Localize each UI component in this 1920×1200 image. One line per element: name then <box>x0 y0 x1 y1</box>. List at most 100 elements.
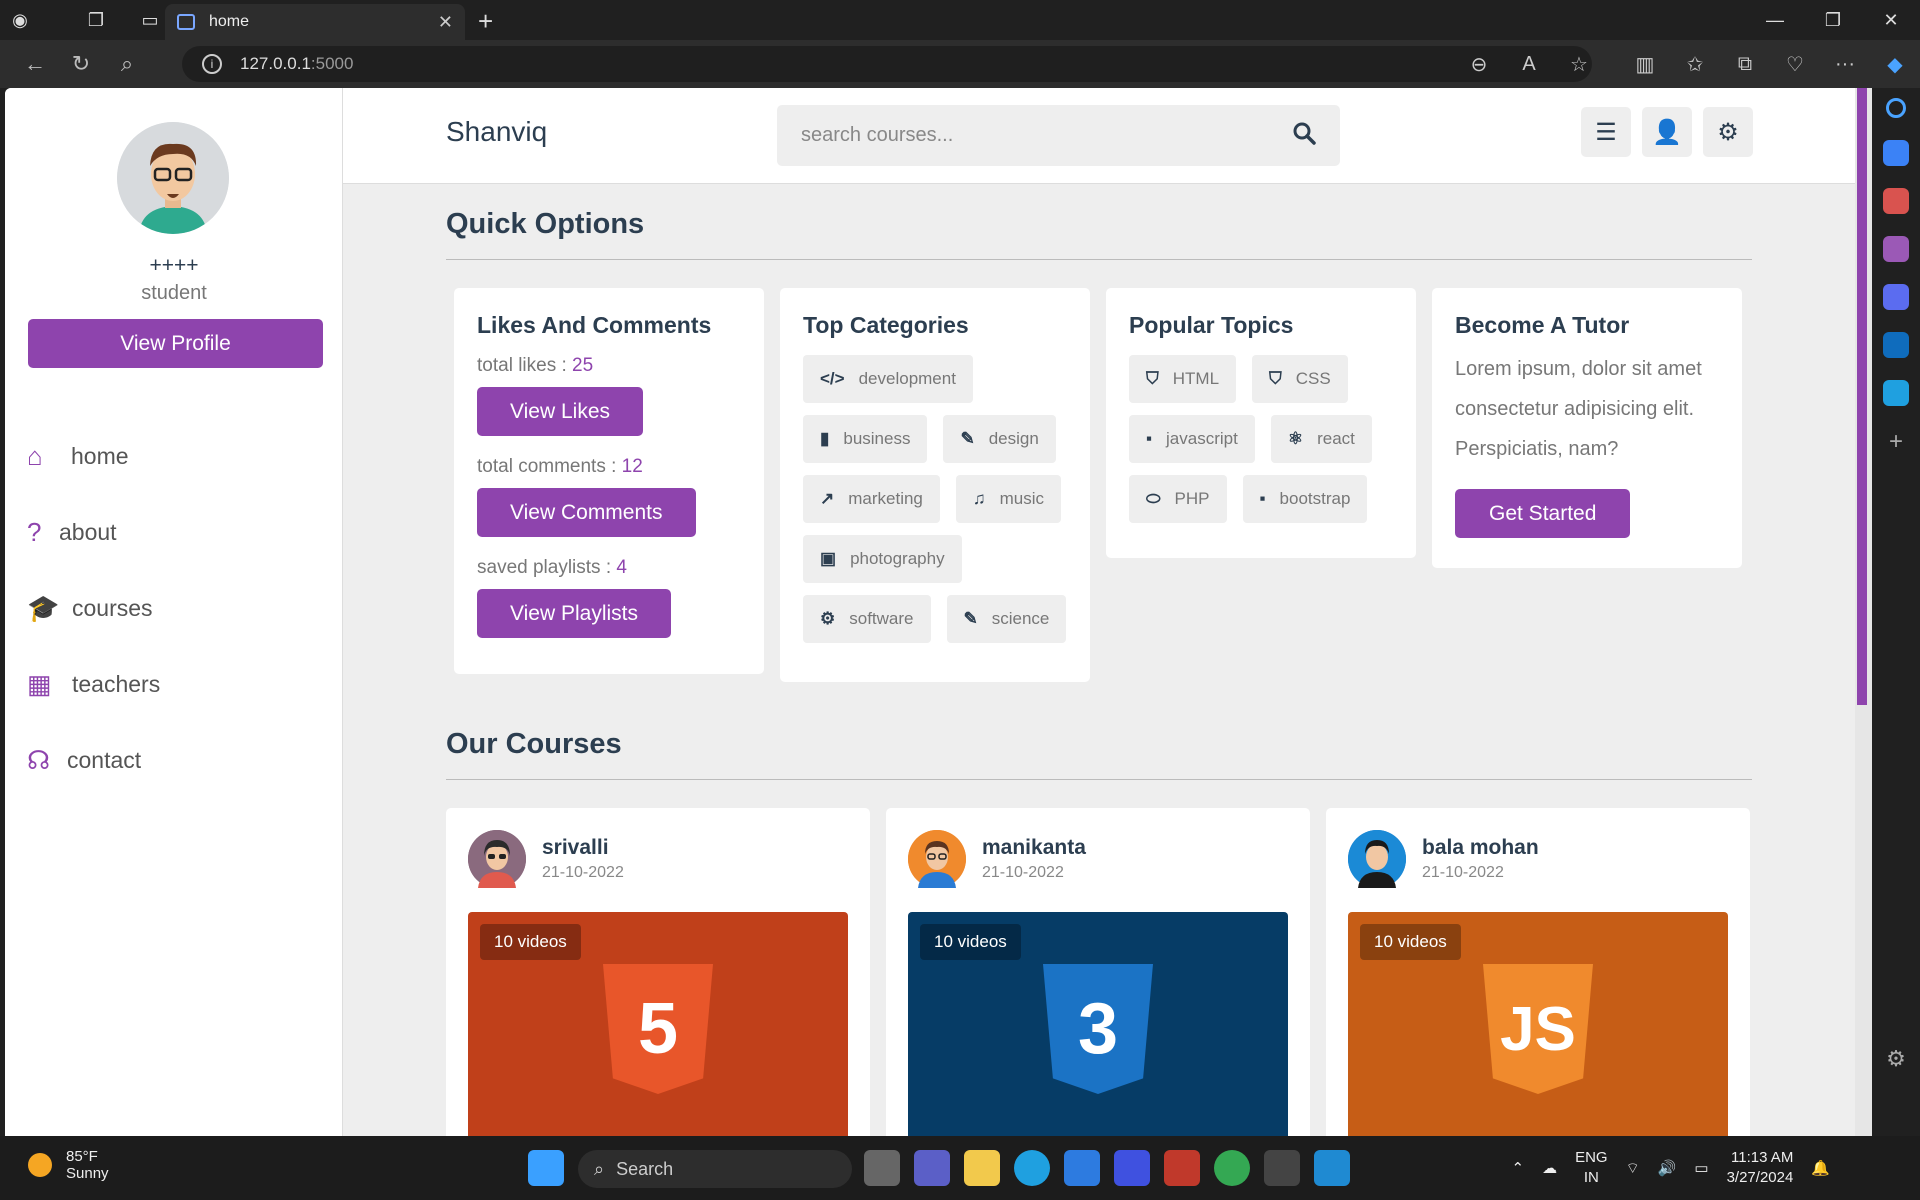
close-window-icon[interactable]: ✕ <box>1862 0 1920 40</box>
view-comments-button[interactable]: View Comments <box>477 488 696 537</box>
back-icon[interactable]: ← <box>12 51 58 77</box>
close-tab-icon[interactable]: ✕ <box>438 12 453 33</box>
likes-label: total likes : <box>477 355 573 376</box>
tag-software[interactable]: ⚙ software <box>803 595 931 643</box>
settings-icon[interactable]: ⚙ <box>1883 1046 1909 1072</box>
new-tab-icon[interactable]: + <box>478 6 493 37</box>
task-view-icon[interactable] <box>864 1150 900 1186</box>
volume-icon[interactable]: 🔊 <box>1658 1159 1677 1177</box>
sidebar-item-label: home <box>71 442 129 469</box>
sidebar-item-courses[interactable]: 🎓 courses <box>27 570 160 646</box>
more-menu-icon[interactable]: ··· <box>1820 53 1870 76</box>
tab-home[interactable]: home ✕ <box>165 4 465 40</box>
vscode-icon[interactable] <box>1314 1150 1350 1186</box>
sidebar-item-home[interactable]: ⌂ home <box>27 418 160 494</box>
tag-marketing[interactable]: ↗ marketing <box>803 475 940 523</box>
profile-icon[interactable]: ◉ <box>0 0 40 40</box>
user-icon[interactable]: 👤 <box>1642 107 1692 157</box>
favorite-star-icon[interactable]: ☆ <box>1554 52 1604 77</box>
tag-html[interactable]: ⛉ HTML <box>1129 355 1237 403</box>
course-card[interactable]: srivalli 21-10-2022 10 videos 5 <box>446 808 870 1136</box>
cloud-icon[interactable]: ☁ <box>1542 1159 1557 1177</box>
read-aloud-icon[interactable]: A <box>1504 53 1554 76</box>
wifi-icon[interactable]: ⌔ <box>1626 1159 1640 1178</box>
course-tutor: bala mohan 21-10-2022 <box>1348 830 1728 888</box>
app-icon[interactable] <box>1114 1150 1150 1186</box>
tag-react[interactable]: ⚛ react <box>1270 415 1372 463</box>
notification-bell-icon[interactable]: 🔔 <box>1811 1159 1830 1177</box>
view-playlists-button[interactable]: View Playlists <box>477 589 671 638</box>
games-icon[interactable] <box>1883 236 1909 262</box>
shopping-tag-icon[interactable] <box>1883 140 1909 166</box>
tab-actions-icon[interactable]: ▭ <box>130 0 170 40</box>
tag-php[interactable]: ⬭ PHP <box>1129 475 1227 523</box>
logo-glyph: JS <box>1500 994 1576 1064</box>
course-card[interactable]: manikanta 21-10-2022 10 videos 3 <box>886 808 1310 1136</box>
taskbar-search[interactable]: ⌕ Search <box>578 1150 852 1188</box>
course-thumbnail[interactable]: 10 videos 5 <box>468 912 848 1136</box>
tag-development[interactable]: </> development <box>803 355 973 403</box>
page-scrollbar[interactable] <box>1855 88 1872 1136</box>
site-logo[interactable]: Shanviq <box>446 116 547 148</box>
tag-science[interactable]: ✎ science <box>946 595 1067 643</box>
workspaces-icon[interactable]: ❐ <box>76 0 116 40</box>
view-profile-button[interactable]: View Profile <box>28 319 323 368</box>
search-placeholder: search courses... <box>801 124 954 146</box>
tag-javascript[interactable]: ▪ javascript <box>1129 415 1255 463</box>
course-thumbnail[interactable]: 10 videos 3 <box>908 912 1288 1136</box>
store-icon[interactable] <box>1064 1150 1100 1186</box>
outlook-icon[interactable] <box>1883 332 1909 358</box>
search-icon[interactable] <box>1292 121 1316 151</box>
collections-icon[interactable]: ⧉ <box>1720 53 1770 76</box>
get-started-button[interactable]: Get Started <box>1455 489 1631 538</box>
copilot-icon[interactable]: ◆ <box>1870 52 1920 77</box>
tag-design[interactable]: ✎ design <box>943 415 1056 463</box>
language-indicator[interactable]: ENG IN <box>1575 1148 1608 1188</box>
course-thumbnail[interactable]: 10 videos JS <box>1348 912 1728 1136</box>
edge-icon[interactable] <box>1014 1150 1050 1186</box>
tag-business[interactable]: ▮ business <box>803 415 928 463</box>
terminal-icon[interactable] <box>1264 1150 1300 1186</box>
course-card[interactable]: bala mohan 21-10-2022 10 videos JS <box>1326 808 1750 1136</box>
battery-icon[interactable]: ▭ <box>1694 1159 1708 1177</box>
likes-value: 25 <box>572 355 594 376</box>
php-icon: ⬭ <box>1146 489 1161 508</box>
view-likes-button[interactable]: View Likes <box>477 387 643 436</box>
zoom-out-icon[interactable]: ⊖ <box>1454 52 1504 77</box>
menu-bars-icon[interactable]: ☰ <box>1581 107 1631 157</box>
course-list: srivalli 21-10-2022 10 videos 5 manikanta… <box>446 808 1752 1136</box>
sidebar-item-teachers[interactable]: ▦ teachers <box>27 646 160 722</box>
minimize-icon[interactable]: — <box>1746 0 1804 40</box>
tag-label: javascript <box>1166 429 1238 448</box>
tag-css[interactable]: ⛉ CSS <box>1252 355 1348 403</box>
scrollbar-thumb[interactable] <box>1857 88 1867 705</box>
chevron-up-icon[interactable]: ⌃ <box>1512 1159 1525 1177</box>
sidebar-item-contact[interactable]: ☊ contact <box>27 722 160 798</box>
refresh-icon[interactable]: ↻ <box>58 51 104 77</box>
weather-widget[interactable]: 85°F Sunny <box>28 1148 109 1182</box>
send-icon[interactable] <box>1883 380 1909 406</box>
restore-icon[interactable]: ❐ <box>1804 0 1862 40</box>
site-info-icon[interactable]: i <box>202 54 222 74</box>
tag-music[interactable]: ♫ music <box>955 475 1062 523</box>
split-screen-icon[interactable]: ▥ <box>1620 52 1670 77</box>
performance-icon[interactable]: ♡ <box>1770 52 1820 77</box>
url-field[interactable]: i 127.0.0.1:5000 <box>182 46 1592 82</box>
search-icon[interactable] <box>1886 98 1906 118</box>
mcafee-icon[interactable] <box>1164 1150 1200 1186</box>
file-explorer-icon[interactable] <box>964 1150 1000 1186</box>
sidebar-item-about[interactable]: ? about <box>27 494 160 570</box>
gear-icon[interactable]: ⚙ <box>1703 107 1753 157</box>
chrome-icon[interactable] <box>1214 1150 1250 1186</box>
copilot-app-icon[interactable] <box>1883 284 1909 310</box>
tag-bootstrap[interactable]: ▪ bootstrap <box>1242 475 1368 523</box>
search-input[interactable]: search courses... <box>777 105 1340 166</box>
search-icon[interactable]: ⌕ <box>104 51 150 77</box>
tag-photography[interactable]: ▣ photography <box>803 535 962 583</box>
clock[interactable]: 11:13 AM 3/27/2024 <box>1727 1148 1794 1188</box>
teams-icon[interactable] <box>914 1150 950 1186</box>
add-icon[interactable]: + <box>1883 428 1909 455</box>
favorites-icon[interactable]: ✩ <box>1670 52 1720 77</box>
tools-icon[interactable] <box>1883 188 1909 214</box>
windows-start-icon[interactable] <box>528 1150 564 1186</box>
